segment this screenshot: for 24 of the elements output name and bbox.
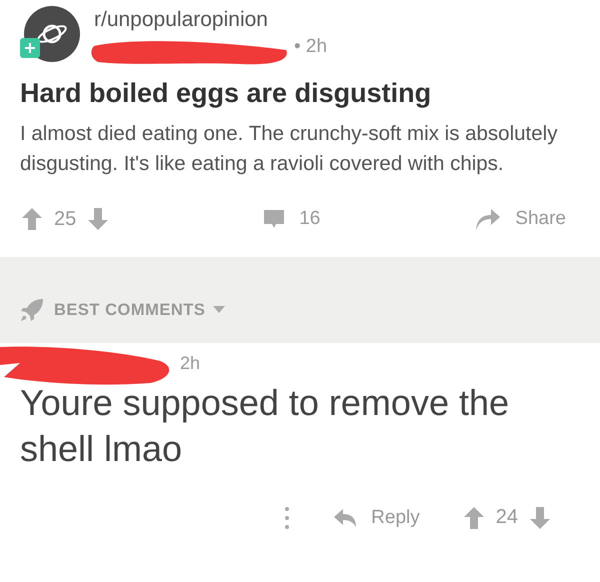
comments-button[interactable]: 16: [263, 208, 320, 230]
caret-icon: [213, 306, 226, 314]
post-meta: • 2h: [293, 36, 328, 58]
sort-dropdown[interactable]: BEST COMMENTS: [54, 300, 226, 320]
post-title: Hard boiled eggs are disgusting: [20, 78, 432, 109]
upvote-icon[interactable]: [464, 506, 484, 528]
plus-icon: [24, 42, 36, 54]
rocket-icon: [20, 298, 44, 322]
upvote-icon[interactable]: [22, 208, 42, 230]
comment-text: Youre supposed to remove the shell lmao: [20, 381, 510, 471]
reply-button[interactable]: Reply: [333, 506, 420, 528]
more-options-icon[interactable]: [285, 506, 290, 528]
comment-icon: [263, 208, 286, 230]
share-button[interactable]: Share: [475, 207, 566, 231]
share-arrow-icon: [475, 207, 502, 231]
vote-count: 25: [54, 208, 76, 230]
reply-arrow-icon: [333, 508, 358, 528]
post-body: I almost died eating one. The crunchy-soft mix is absolutely disgusting. It's like eating a ravioli covered with chips.: [20, 121, 558, 177]
downvote-icon[interactable]: [88, 208, 108, 230]
join-button[interactable]: [20, 38, 40, 58]
subreddit-name[interactable]: r/unpopularopinion: [94, 8, 328, 32]
downvote-icon[interactable]: [530, 506, 550, 528]
vote-count: 24: [496, 506, 518, 529]
comment-time: 2h: [179, 353, 202, 374]
